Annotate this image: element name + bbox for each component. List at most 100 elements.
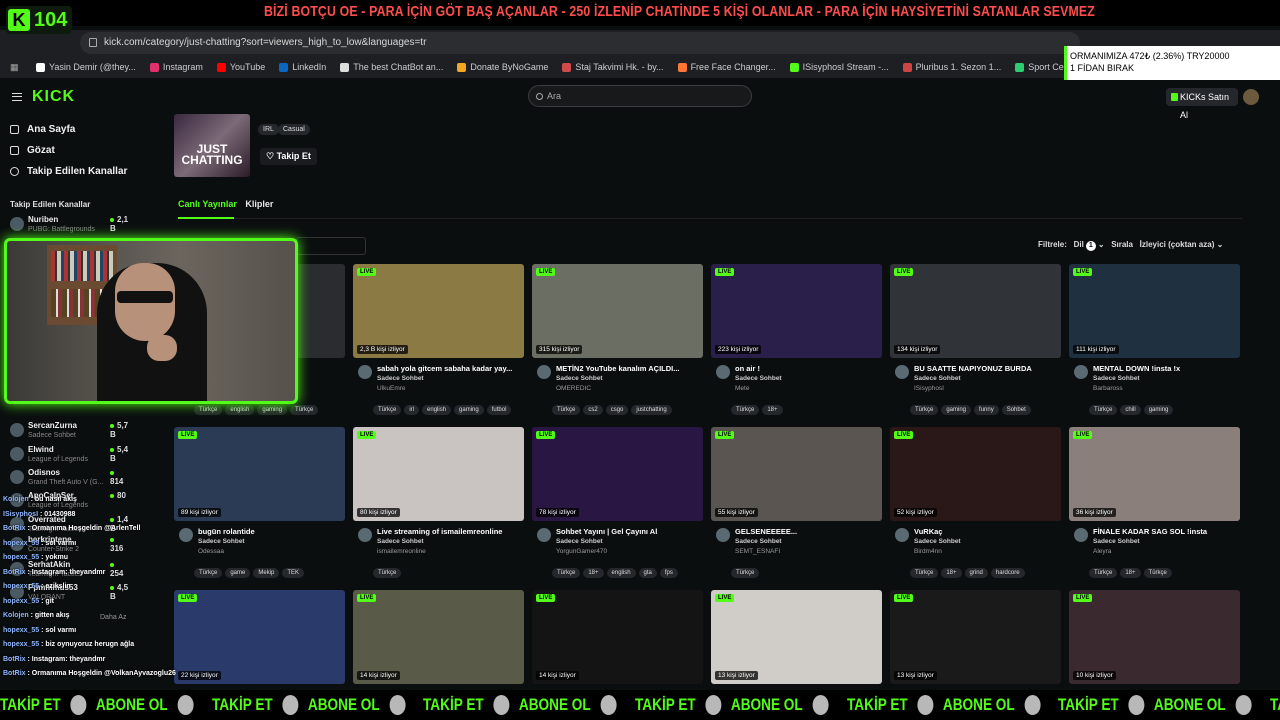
stream-thumbnail[interactable]: LIVE 52 kişi izliyor xyxy=(890,427,1061,521)
site-info-icon[interactable] xyxy=(89,38,97,47)
streamer-avatar[interactable] xyxy=(1074,528,1088,542)
stream-tag[interactable]: TEK xyxy=(282,568,305,578)
streamer-name[interactable]: Birdm4nn xyxy=(914,548,942,555)
stream-tag[interactable]: irl xyxy=(404,405,420,415)
stream-tag[interactable]: english xyxy=(422,405,452,415)
bookmark-item[interactable]: Free Face Changer... xyxy=(677,62,776,72)
stream-tag[interactable]: 18+ xyxy=(762,405,783,415)
streamer-name[interactable]: Mete xyxy=(735,385,749,392)
streamer-avatar[interactable] xyxy=(716,365,730,379)
bookmark-item[interactable]: YouTube xyxy=(216,62,265,72)
stream-category[interactable]: Sadece Sohbet xyxy=(377,375,424,382)
stream-tag[interactable]: justchatting xyxy=(631,405,672,415)
stream-tag[interactable]: Türkçe xyxy=(1089,568,1118,578)
stream-card[interactable]: LIVE 80 kişi izliyor Live streaming of ism… xyxy=(353,427,524,587)
followed-channel-item[interactable]: SercanZurna Sadece Sohbet 5,7 B xyxy=(10,420,130,442)
stream-thumbnail[interactable]: LIVE 55 kişi izliyor xyxy=(711,427,882,521)
stream-title[interactable]: on air ! xyxy=(735,364,881,373)
stream-thumbnail[interactable]: LIVE 13 kişi izliyor xyxy=(711,590,882,684)
stream-tag[interactable]: Türkçe xyxy=(1089,405,1118,415)
bookmark-item[interactable]: Yasin Demir (@they... xyxy=(36,62,136,72)
nav-following[interactable]: Takip Edilen Kanallar xyxy=(10,166,127,177)
stream-tag[interactable]: gaming xyxy=(454,405,484,415)
stream-tag[interactable]: 18+ xyxy=(1120,568,1141,578)
stream-thumbnail[interactable]: LIVE 134 kişi izliyor xyxy=(890,264,1061,358)
stream-tag[interactable]: Türkçe xyxy=(373,405,402,415)
stream-thumbnail[interactable]: LIVE 14 kişi izliyor xyxy=(353,590,524,684)
stream-thumbnail[interactable]: LIVE 78 kişi izliyor xyxy=(532,427,703,521)
stream-tag[interactable]: Türkçe xyxy=(910,568,939,578)
streamer-avatar[interactable] xyxy=(358,365,372,379)
stream-title[interactable]: VuRKaç xyxy=(914,527,1060,536)
stream-category[interactable]: Sadece Sohbet xyxy=(1093,538,1140,545)
stream-tag[interactable]: Türkçe xyxy=(1143,568,1172,578)
stream-thumbnail[interactable]: LIVE 223 kişi izliyor xyxy=(711,264,882,358)
stream-thumbnail[interactable]: LIVE 2,3 B kişi izliyor xyxy=(353,264,524,358)
url-field[interactable]: kick.com/category/just-chatting?sort=vie… xyxy=(80,32,1080,54)
streamer-name[interactable]: Barbaross xyxy=(1093,385,1123,392)
stream-thumbnail[interactable]: LIVE 80 kişi izliyor xyxy=(353,427,524,521)
stream-card[interactable]: LIVE 52 kişi izliyor VuRKaç Sadece Sohbet Bi… xyxy=(890,427,1061,587)
sort-dropdown[interactable]: İzleyici (çoktan aza) ⌄ xyxy=(1140,240,1224,249)
kick-logo[interactable]: KICK xyxy=(32,88,75,106)
stream-tag[interactable]: grind xyxy=(964,568,988,578)
stream-card[interactable]: LIVE 36 kişi izliyor FİNALE KADAR SAG SOL … xyxy=(1069,427,1240,587)
followed-channel-item[interactable]: Elwind League of Legends 5,4 B xyxy=(10,444,130,466)
stream-tag[interactable]: cs2 xyxy=(583,405,603,415)
streamer-name[interactable]: ismailemreonline xyxy=(377,548,426,555)
nav-home[interactable]: Ana Sayfa xyxy=(10,124,75,135)
bookmark-item[interactable]: Donate ByNoGame xyxy=(457,62,548,72)
buy-kicks-button[interactable]: KICKs Satın Al xyxy=(1166,88,1238,120)
user-avatar[interactable] xyxy=(1243,89,1259,105)
streamer-avatar[interactable] xyxy=(895,365,909,379)
category-tag-irl[interactable]: IRL xyxy=(258,124,279,135)
streamer-avatar[interactable] xyxy=(537,365,551,379)
bookmark-item[interactable]: Staj Takvimi Hk. - by... xyxy=(562,62,664,72)
stream-tag[interactable]: english xyxy=(225,405,255,415)
stream-tag[interactable]: hardcore xyxy=(990,568,1025,578)
bookmark-item[interactable]: LinkedIn xyxy=(279,62,326,72)
streamer-name[interactable]: Aleyra xyxy=(1093,548,1111,555)
tab-live[interactable]: Canlı Yayınlar xyxy=(178,199,237,209)
streamer-avatar[interactable] xyxy=(716,528,730,542)
stream-category[interactable]: Sadece Sohbet xyxy=(377,538,424,545)
stream-title[interactable]: GELSENEEEEE... xyxy=(735,527,881,536)
streamer-avatar[interactable] xyxy=(537,528,551,542)
streamer-avatar[interactable] xyxy=(358,528,372,542)
stream-tag[interactable]: Türkçe xyxy=(731,568,760,578)
stream-title[interactable]: METİN2 YouTube kanalım AÇILDI... xyxy=(556,364,702,373)
stream-tag[interactable]: csgo xyxy=(605,405,629,415)
apps-grid-icon[interactable]: ▦ xyxy=(0,62,36,73)
stream-card[interactable]: LIVE 315 kişi izliyor METİN2 YouTube kanal… xyxy=(532,264,703,424)
streamer-name[interactable]: YorgunGamer470 xyxy=(556,548,607,555)
category-tag-casual[interactable]: Casual xyxy=(278,124,310,135)
streamer-name[interactable]: ISisyphosI xyxy=(914,385,944,392)
stream-card[interactable]: LIVE 223 kişi izliyor on air ! Sadece Sohbe… xyxy=(711,264,882,424)
stream-thumbnail[interactable]: LIVE 13 kişi izliyor xyxy=(890,590,1061,684)
bookmark-item[interactable]: The best ChatBot an... xyxy=(340,62,443,72)
stream-tag[interactable]: Türkçe xyxy=(194,568,223,578)
bookmark-item[interactable]: Pluribus 1. Sezon 1... xyxy=(902,62,1001,72)
stream-thumbnail[interactable]: LIVE 89 kişi izliyor xyxy=(174,427,345,521)
stream-tag[interactable]: Türkçe xyxy=(731,405,760,415)
streamer-avatar[interactable] xyxy=(1074,365,1088,379)
stream-card[interactable]: LIVE 89 kişi izliyor bugün rolantide Sadece… xyxy=(174,427,345,587)
tag-filter-input[interactable] xyxy=(296,237,366,255)
stream-tag[interactable]: 18+ xyxy=(941,568,962,578)
stream-tag[interactable]: english xyxy=(606,568,636,578)
streamer-avatar[interactable] xyxy=(895,528,909,542)
streamer-name[interactable]: OMEREDIC xyxy=(556,385,591,392)
stream-tag[interactable]: Mekip xyxy=(253,568,280,578)
followed-channel-item[interactable]: Nuriben PUBG: Battlegrounds 2,1 B xyxy=(10,214,130,236)
tab-clips[interactable]: Klipler xyxy=(245,199,273,209)
stream-card[interactable]: LIVE 2,3 B kişi izliyor sabah yola gitcem … xyxy=(353,264,524,424)
streamer-avatar[interactable] xyxy=(179,528,193,542)
category-thumbnail[interactable]: JUST CHATTING xyxy=(174,114,250,177)
stream-title[interactable]: MENTAL DOWN !insta !x xyxy=(1093,364,1239,373)
streamer-name[interactable]: Odessaa xyxy=(198,548,224,555)
stream-tag[interactable]: 18+ xyxy=(583,568,604,578)
stream-tag[interactable]: Türkçe xyxy=(552,568,581,578)
stream-tag[interactable]: game xyxy=(225,568,251,578)
stream-card[interactable]: LIVE 111 kişi izliyor MENTAL DOWN !insta !… xyxy=(1069,264,1240,424)
stream-card[interactable]: LIVE 134 kişi izliyor BU SAATTE NAPIYONUZ … xyxy=(890,264,1061,424)
